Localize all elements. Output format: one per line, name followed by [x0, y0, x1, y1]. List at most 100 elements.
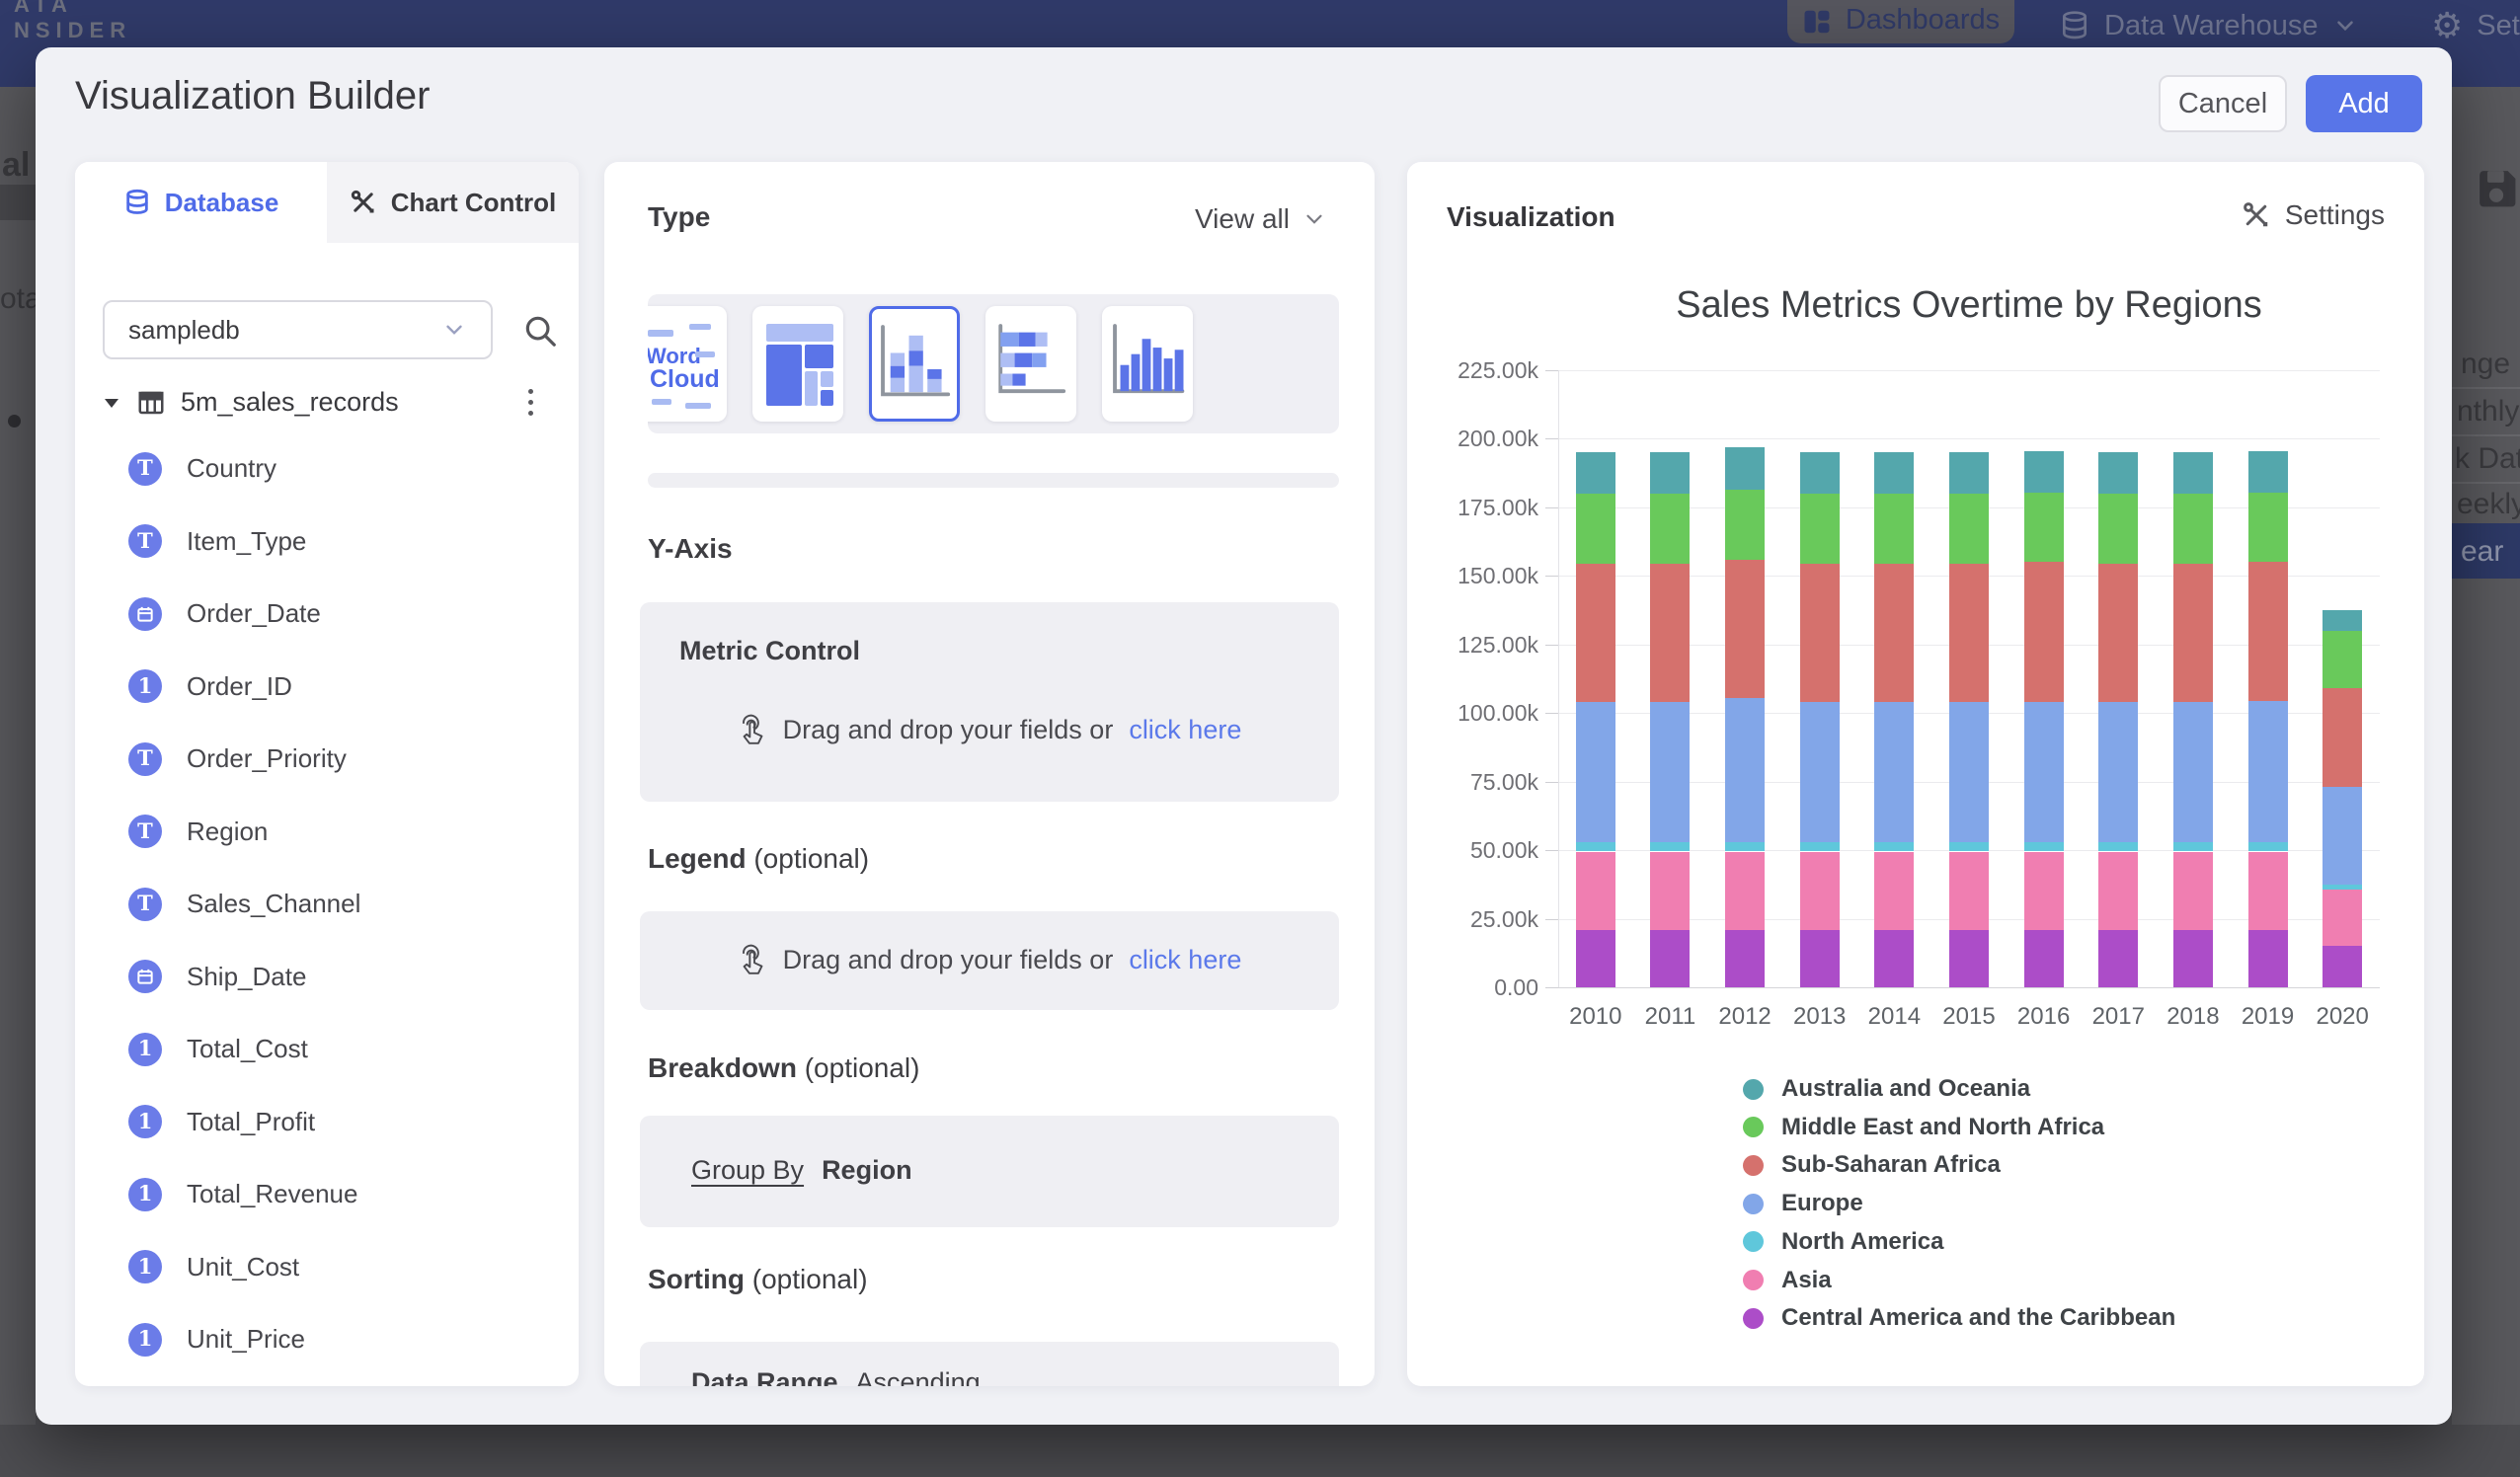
tab-database[interactable]: Database — [75, 162, 327, 243]
bar-segment[interactable] — [1576, 930, 1615, 987]
legend-dropzone[interactable]: Drag and drop your fields or click here — [640, 911, 1339, 1010]
bar-segment[interactable] — [2173, 494, 2213, 564]
bar-segment[interactable] — [2024, 493, 2064, 563]
bar-segment[interactable] — [1800, 564, 1840, 702]
bar-segment[interactable] — [2098, 930, 2138, 987]
add-button[interactable]: Add — [2306, 75, 2422, 132]
database-select[interactable]: sampledb — [103, 300, 493, 359]
bar-segment[interactable] — [2173, 852, 2213, 930]
field-row[interactable]: 1Unit_Cost — [75, 1231, 579, 1304]
bar-segment[interactable] — [1576, 494, 1615, 564]
legend-item[interactable]: Sub-Saharan Africa — [1743, 1151, 2001, 1179]
bar-segment[interactable] — [1800, 842, 1840, 852]
bar-segment[interactable] — [2024, 702, 2064, 842]
bar-segment[interactable] — [1650, 852, 1690, 930]
field-row[interactable]: 1Order_ID — [75, 651, 579, 724]
legend-item[interactable]: Australia and Oceania — [1743, 1075, 2030, 1103]
bar-segment[interactable] — [1874, 842, 1914, 852]
bar-segment[interactable] — [2248, 562, 2288, 700]
bar-segment[interactable] — [2173, 452, 2213, 494]
chart-type-word-cloud[interactable]: Word Cloud — [648, 306, 727, 422]
sorting-panel[interactable]: Data RangeAscending — [640, 1342, 1339, 1386]
bar-segment[interactable] — [1576, 564, 1615, 702]
bar-segment[interactable] — [2323, 610, 2362, 631]
bar-segment[interactable] — [2248, 852, 2288, 930]
field-row[interactable]: TRegion — [75, 796, 579, 869]
bar-segment[interactable] — [1949, 842, 1989, 852]
bar-segment[interactable] — [1650, 702, 1690, 842]
bar-segment[interactable] — [2024, 852, 2064, 930]
bar-segment[interactable] — [1650, 842, 1690, 852]
chart-type-stacked-bar[interactable] — [985, 306, 1076, 422]
bar-segment[interactable] — [1725, 930, 1765, 987]
bar-segment[interactable] — [1874, 452, 1914, 494]
bar-segment[interactable] — [1874, 564, 1914, 702]
bar-segment[interactable] — [2248, 842, 2288, 852]
bar-segment[interactable] — [1800, 702, 1840, 842]
bar-segment[interactable] — [1800, 494, 1840, 564]
legend-item[interactable]: North America — [1743, 1228, 1943, 1256]
bar-segment[interactable] — [1650, 452, 1690, 494]
field-row[interactable]: 1Unit_Price — [75, 1303, 579, 1376]
legend-item[interactable]: Asia — [1743, 1267, 1832, 1294]
bar-segment[interactable] — [1874, 702, 1914, 842]
table-menu-kebab-icon[interactable] — [524, 385, 537, 420]
bar-segment[interactable] — [2098, 564, 2138, 702]
group-by-link[interactable]: Group By — [691, 1155, 804, 1185]
bar-segment[interactable] — [1725, 698, 1765, 842]
bar-segment[interactable] — [1874, 494, 1914, 564]
legend-item[interactable]: Central America and the Caribbean — [1743, 1304, 2175, 1332]
bar-segment[interactable] — [1576, 702, 1615, 842]
nav-tab-data-warehouse[interactable]: Data Warehouse — [2059, 0, 2358, 51]
bar-segment[interactable] — [2024, 930, 2064, 987]
click-here-link[interactable]: click here — [1129, 945, 1241, 975]
bar-segment[interactable] — [1650, 930, 1690, 987]
bar-segment[interactable] — [2098, 852, 2138, 930]
table-tree-item[interactable]: 5m_sales_records — [102, 387, 399, 418]
chart-type-stacked-column[interactable] — [869, 306, 960, 422]
bar-segment[interactable] — [1725, 490, 1765, 560]
chart-type-treemap[interactable] — [752, 306, 843, 422]
bar-segment[interactable] — [2248, 930, 2288, 987]
bar-segment[interactable] — [2173, 564, 2213, 702]
bar-segment[interactable] — [1725, 842, 1765, 852]
bar-segment[interactable] — [1725, 852, 1765, 930]
bar-segment[interactable] — [1800, 452, 1840, 494]
bar-segment[interactable] — [2323, 885, 2362, 891]
metric-control-dropzone[interactable]: Metric Control Drag and drop your fields… — [640, 602, 1339, 802]
bar-segment[interactable] — [2098, 842, 2138, 852]
type-scrollbar[interactable] — [648, 473, 1339, 488]
field-row[interactable]: TSales_Channel — [75, 868, 579, 941]
bar-segment[interactable] — [2323, 688, 2362, 787]
bar-segment[interactable] — [2323, 787, 2362, 885]
bar-segment[interactable] — [2323, 890, 2362, 946]
bar-segment[interactable] — [2248, 451, 2288, 493]
field-row[interactable]: 1Total_Cost — [75, 1013, 579, 1086]
bar-segment[interactable] — [1949, 452, 1989, 494]
bar-segment[interactable] — [2024, 842, 2064, 852]
bar-segment[interactable] — [1949, 930, 1989, 987]
bar-segment[interactable] — [1800, 930, 1840, 987]
bar-segment[interactable] — [2323, 631, 2362, 688]
bar-segment[interactable] — [2173, 930, 2213, 987]
field-row[interactable]: 1Total_Profit — [75, 1086, 579, 1159]
bar-segment[interactable] — [2248, 701, 2288, 842]
field-row[interactable]: TCountry — [75, 432, 579, 505]
bar-segment[interactable] — [1949, 564, 1989, 702]
legend-item[interactable]: Europe — [1743, 1190, 1863, 1217]
bar-segment[interactable] — [2173, 842, 2213, 852]
bar-segment[interactable] — [2098, 702, 2138, 842]
breakdown-panel[interactable]: Group ByRegion — [640, 1116, 1339, 1227]
view-all-dropdown[interactable]: View all — [1195, 203, 1327, 235]
bar-segment[interactable] — [1576, 852, 1615, 930]
bar-segment[interactable] — [1874, 930, 1914, 987]
chart-type-column[interactable] — [1102, 306, 1193, 422]
field-row[interactable]: TOrder_Priority — [75, 723, 579, 796]
search-icon[interactable] — [521, 312, 559, 350]
bar-segment[interactable] — [1576, 842, 1615, 852]
bar-segment[interactable] — [1650, 564, 1690, 702]
bar-segment[interactable] — [2098, 494, 2138, 564]
click-here-link[interactable]: click here — [1129, 715, 1241, 745]
nav-tab-settings[interactable]: ⚙ Settings — [2431, 0, 2520, 51]
bar-segment[interactable] — [2024, 562, 2064, 702]
